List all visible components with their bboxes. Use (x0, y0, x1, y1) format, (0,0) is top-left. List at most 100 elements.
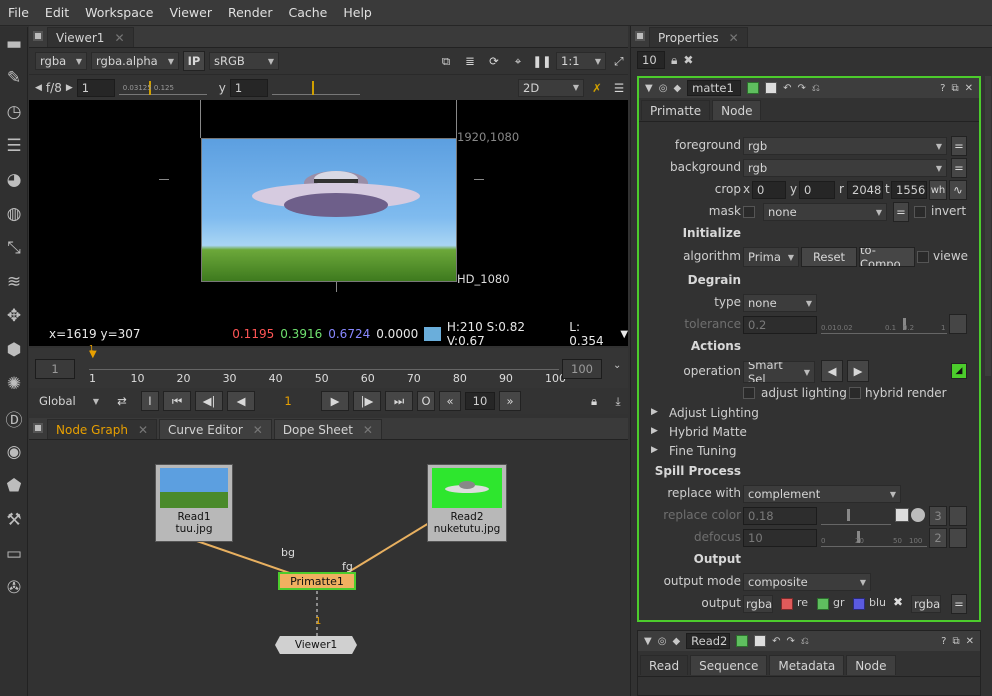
refresh-icon[interactable]: ⟳ (484, 51, 504, 71)
defocus-count[interactable]: 2 (929, 528, 947, 548)
read2-name-field[interactable]: Read2 (686, 633, 731, 649)
viewer-canvas[interactable]: 1920,1080 HD_1080 (29, 100, 628, 322)
center-icon[interactable]: ◎ (658, 636, 667, 647)
other-nodes-icon[interactable]: ▭ (0, 537, 28, 571)
foreground-link-icon[interactable]: = (951, 136, 967, 156)
node-name-field[interactable]: matte1 (687, 80, 742, 96)
transform-nodes-icon[interactable]: ✥ (0, 299, 28, 333)
color-wheel-icon[interactable] (911, 508, 925, 522)
timeline-start-field[interactable]: 1 (35, 359, 75, 379)
gain-field[interactable]: 1 (76, 78, 115, 97)
crop-t-field[interactable]: 1556 (891, 181, 927, 199)
defocus-slider[interactable]: 0 20 50 100 (821, 529, 927, 547)
collapse-icon[interactable]: ▼ (645, 83, 653, 94)
chevron-down-icon[interactable]: ▼ (620, 329, 628, 340)
tab-curve-editor[interactable]: Curve Editor ✕ (159, 419, 272, 439)
filter-nodes-icon[interactable]: ◍ (0, 197, 28, 231)
tolerance-field[interactable]: 0.2 (743, 316, 817, 334)
viewer1-node[interactable]: Viewer1 (275, 636, 357, 654)
tolerance-anim-button[interactable] (949, 314, 967, 334)
read1-node[interactable]: Read1 tuu.jpg (155, 464, 233, 542)
view-mode-dropdown[interactable]: 2D ▼ (518, 78, 584, 97)
tab-node-graph[interactable]: Node Graph ✕ (47, 419, 158, 439)
close-icon[interactable]: ✕ (363, 423, 373, 437)
timeline-ruler[interactable]: ▼ 1 (89, 344, 559, 370)
invert-checkbox[interactable] (914, 206, 926, 218)
collapse-icon[interactable]: ▼ (644, 636, 652, 647)
animation-curve-icon[interactable]: ∿ (949, 180, 967, 200)
tab-properties[interactable]: Properties ✕ (649, 27, 748, 47)
replace-color-count[interactable]: 3 (929, 506, 947, 526)
help-icon[interactable]: ? (941, 636, 946, 647)
tab-dope-sheet[interactable]: Dope Sheet ✕ (273, 419, 382, 439)
replace-color-slider[interactable] (821, 507, 891, 525)
out-point-button[interactable]: O (417, 391, 435, 411)
play-backward-icon[interactable]: ◀ (227, 391, 255, 411)
undo-icon[interactable]: ↶ (772, 636, 780, 647)
toolsets-nodes-icon[interactable]: ⚒ (0, 503, 28, 537)
gain-slider[interactable]: 0.03125 0.125 (118, 80, 207, 95)
next-operation-icon[interactable]: ▶ (847, 360, 869, 382)
replace-color-anim-button[interactable] (949, 506, 967, 526)
gamma-slider[interactable] (271, 80, 360, 95)
merge-nodes-icon[interactable]: ≋ (0, 265, 28, 299)
first-frame-icon[interactable]: ⏮ (163, 391, 191, 411)
pane-grip-icon[interactable] (29, 417, 47, 439)
color-swatch[interactable] (895, 508, 909, 522)
tab-sequence[interactable]: Sequence (690, 655, 768, 675)
clear-panels-icon[interactable]: ✖ (683, 53, 693, 67)
read2-node[interactable]: Read2 nuketutu.jpg (427, 464, 507, 542)
float-icon[interactable]: ⧉ (952, 636, 959, 647)
last-frame-icon[interactable]: ⏭ (385, 391, 413, 411)
adjust-lighting-group[interactable]: Adjust Lighting (669, 406, 759, 420)
primatte1-node[interactable]: Primatte1 (278, 572, 356, 590)
image-nodes-icon[interactable]: ▬ (0, 27, 28, 61)
tab-read[interactable]: Read (640, 655, 689, 675)
lut-icon[interactable]: ≣ (460, 51, 480, 71)
crop-r-field[interactable]: 2048 (847, 181, 883, 199)
close-icon[interactable]: ✕ (965, 83, 979, 94)
menu-render[interactable]: Render (220, 5, 281, 20)
gamma-field[interactable]: 1 (229, 78, 268, 97)
metadata-nodes-icon[interactable]: ⬟ (0, 469, 28, 503)
menu-icon[interactable]: ☰ (610, 78, 628, 98)
output-green-checkbox[interactable] (817, 598, 829, 610)
background-link-icon[interactable]: = (951, 158, 967, 178)
tab-primatte[interactable]: Primatte (641, 100, 711, 120)
close-icon[interactable]: ✕ (138, 423, 148, 437)
close-icon[interactable]: ✕ (966, 636, 980, 647)
menu-viewer[interactable]: Viewer (161, 5, 220, 20)
particles-nodes-icon[interactable]: ✺ (0, 367, 28, 401)
tab-node[interactable]: Node (712, 100, 762, 120)
pause-icon[interactable]: ❚❚ (532, 51, 552, 71)
node-color-icon[interactable]: ◆ (673, 83, 681, 94)
roi-icon[interactable]: ⧉ (436, 51, 456, 71)
draw-nodes-icon[interactable]: ✎ (0, 61, 28, 95)
channel-nodes-icon[interactable]: ☰ (0, 129, 28, 163)
expand-icon[interactable]: ▶ (651, 426, 658, 436)
menu-edit[interactable]: Edit (37, 5, 77, 20)
lock-icon[interactable]: 🔒︎ (671, 53, 677, 68)
menu-cache[interactable]: Cache (280, 5, 335, 20)
step-increment-field[interactable]: 10 (465, 392, 495, 410)
furnace-nodes-icon[interactable]: ✇ (0, 571, 28, 605)
views-nodes-icon[interactable]: ◉ (0, 435, 28, 469)
defocus-anim-button[interactable] (949, 528, 967, 548)
zoom-dropdown[interactable]: 1:1 ▼ (556, 52, 606, 70)
viewer-checkbox[interactable] (917, 251, 929, 263)
expand-icon[interactable]: ▶ (651, 445, 658, 455)
next-keyframe-icon[interactable]: |▶ (353, 391, 381, 411)
close-icon[interactable]: ✕ (729, 31, 739, 45)
hybrid-matte-group[interactable]: Hybrid Matte (669, 425, 747, 439)
frame-range-mode-dropdown[interactable]: Global ▼ (35, 392, 103, 410)
background-dropdown[interactable]: rgb ▼ (743, 159, 947, 177)
undo-icon[interactable]: ↶ (783, 83, 791, 94)
chevron-double-down-icon[interactable]: ⌄ (613, 360, 621, 371)
node-graph-canvas[interactable]: Read1 tuu.jpg Read2 nuketutu.jpg bg fg P… (29, 440, 628, 696)
replace-color-slider-handle[interactable] (847, 509, 850, 521)
color-white-icon[interactable] (765, 82, 778, 94)
fine-tuning-group[interactable]: Fine Tuning (669, 444, 736, 458)
close-icon[interactable]: ✕ (253, 423, 263, 437)
play-forward-icon[interactable]: ▶ (321, 391, 349, 411)
mask-dropdown[interactable]: none ▼ (763, 203, 887, 221)
